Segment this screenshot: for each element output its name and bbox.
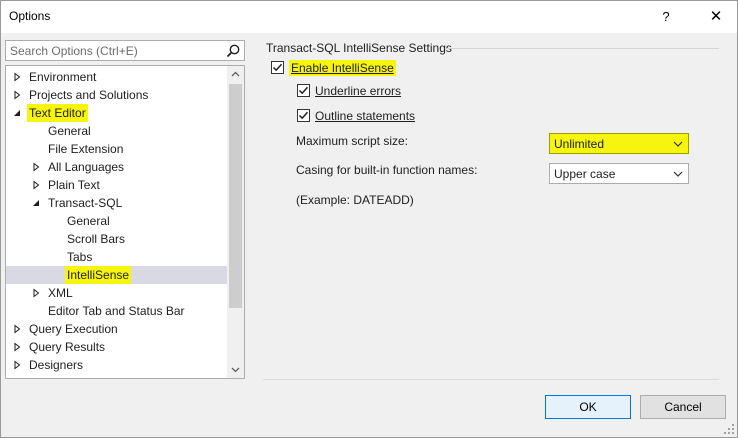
tree-item[interactable]: All Languages (6, 158, 228, 176)
collapsed-arrow-icon[interactable] (31, 180, 41, 190)
collapsed-arrow-icon[interactable] (12, 360, 22, 370)
checkbox-box[interactable] (297, 84, 310, 97)
resize-grip-icon[interactable] (723, 423, 735, 435)
search-icon[interactable] (225, 43, 241, 59)
tree-item-label: Query Execution (29, 322, 118, 336)
tree-item[interactable]: Editor Tab and Status Bar (6, 302, 228, 320)
tree-item-label: File Extension (48, 142, 124, 156)
tree-item[interactable]: Scroll Bars (6, 230, 228, 248)
tree-item[interactable]: General (6, 122, 228, 140)
tree-item[interactable]: IntelliSense (6, 266, 228, 284)
tree-item-label: IntelliSense (65, 266, 132, 284)
tree-item-label: Projects and Solutions (29, 88, 149, 102)
collapsed-arrow-icon[interactable] (31, 288, 41, 298)
tree-item-label: Environment (29, 70, 97, 84)
tree-item-label: Designers (29, 358, 84, 372)
tree-item[interactable]: Designers (6, 356, 228, 374)
collapsed-arrow-icon[interactable] (12, 90, 22, 100)
tree-item[interactable]: Query Results (6, 338, 228, 356)
tree-item-label: Transact-SQL (48, 196, 123, 210)
footer-divider (263, 379, 719, 380)
tree-item[interactable]: General (6, 212, 228, 230)
tree-item-label: Text Editor (27, 104, 88, 122)
help-button[interactable]: ? (651, 5, 681, 29)
group-divider (445, 48, 719, 49)
casing-example: (Example: DATEADD) (296, 193, 414, 207)
max-script-size-label: Maximum script size: (296, 134, 409, 148)
check-icon (298, 111, 309, 120)
scroll-up-icon[interactable] (227, 66, 244, 83)
tree-item[interactable]: Text Editor (6, 104, 228, 122)
tree-item-label: Tabs (67, 250, 93, 264)
tree-item-label: General (48, 124, 91, 138)
tree-item[interactable]: Projects and Solutions (6, 86, 228, 104)
tree-item-label: XML (48, 286, 73, 300)
checkbox-box[interactable] (297, 109, 310, 122)
check-icon (298, 86, 309, 95)
options-dialog: Options ? ✕ Environment Projects and Solu… (0, 0, 738, 438)
title-bar: Options ? ✕ (1, 1, 737, 33)
tree-item[interactable]: Tabs (6, 248, 228, 266)
tree-item-label: General (67, 214, 110, 228)
close-button[interactable]: ✕ (699, 5, 733, 29)
max-script-size-dropdown[interactable]: Unlimited (549, 133, 689, 154)
casing-label: Casing for built-in function names: (296, 163, 478, 177)
tree-item[interactable]: File Extension (6, 140, 228, 158)
tree-item-label: Scroll Bars (67, 232, 126, 246)
underline-errors-label: Underline errors (315, 84, 402, 98)
tree-item[interactable]: Plain Text (6, 176, 228, 194)
options-tree: Environment Projects and Solutions Text Ed… (5, 65, 245, 379)
casing-value: Upper case (554, 167, 616, 181)
expanded-arrow-icon[interactable] (12, 108, 22, 118)
tree-item[interactable]: Transact-SQL (6, 194, 228, 212)
outline-statements-label: Outline statements (315, 109, 416, 123)
tree-item-label: Query Results (29, 340, 106, 354)
window-title: Options (9, 9, 51, 23)
scroll-thumb[interactable] (229, 84, 242, 308)
enable-intellisense-label: Enable IntelliSense (289, 60, 396, 76)
check-icon (272, 63, 283, 72)
tree-scrollbar[interactable] (227, 66, 244, 378)
group-title: Transact-SQL IntelliSense Settings (266, 41, 452, 55)
collapsed-arrow-icon[interactable] (12, 342, 22, 352)
collapsed-arrow-icon[interactable] (31, 162, 41, 172)
checkbox-box[interactable] (271, 61, 284, 74)
tree-item[interactable]: Query Execution (6, 320, 228, 338)
search-input[interactable] (6, 41, 220, 60)
collapsed-arrow-icon[interactable] (12, 72, 22, 82)
tree-item-label: Plain Text (48, 178, 100, 192)
ok-button[interactable]: OK (545, 395, 631, 419)
tree-item-label: Editor Tab and Status Bar (48, 304, 185, 318)
chevron-down-icon (673, 171, 683, 177)
search-box (5, 40, 245, 61)
cancel-button[interactable]: Cancel (640, 395, 726, 419)
tree-item[interactable]: Environment (6, 68, 228, 86)
scroll-down-icon[interactable] (227, 361, 244, 378)
tree-item[interactable]: XML (6, 284, 228, 302)
expanded-arrow-icon[interactable] (31, 198, 41, 208)
chevron-down-icon (673, 141, 683, 147)
tree-item-label: All Languages (48, 160, 125, 174)
casing-dropdown[interactable]: Upper case (549, 163, 689, 184)
collapsed-arrow-icon[interactable] (12, 324, 22, 334)
max-script-size-value: Unlimited (554, 137, 605, 151)
